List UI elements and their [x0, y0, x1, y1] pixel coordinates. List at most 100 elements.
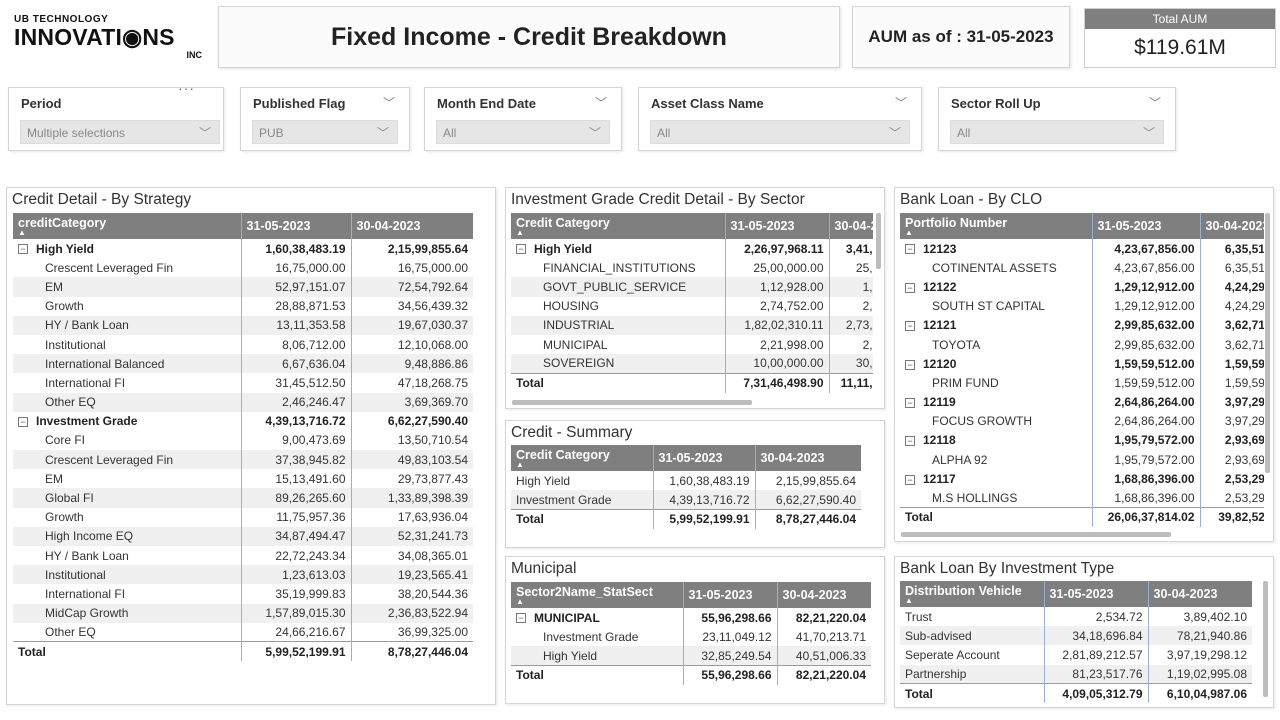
table-row[interactable]: Institutional 8,06,712.00 12,10,068.00 — [13, 334, 473, 355]
table-row[interactable]: High Income EQ 34,87,494.47 52,31,241.73 — [13, 526, 473, 546]
collapse-icon[interactable]: − — [905, 321, 915, 332]
collapse-icon[interactable]: − — [18, 244, 28, 255]
sector-roll-up-dropdown[interactable]: All ﹀ — [950, 120, 1164, 144]
group-row[interactable]: − High Yield 1,60,38,483.19 2,15,99,855.64 — [13, 239, 473, 259]
table-row[interactable]: Trust 2,534.72 3,89,402.10 — [900, 607, 1252, 627]
sort-ascending-icon[interactable]: ▲ — [18, 229, 236, 237]
group-row[interactable]: −High Yield2,26,97,968.113,41,05,000.00 — [511, 239, 873, 259]
collapse-icon[interactable]: − — [905, 474, 915, 485]
table-row[interactable]: High Yield 1,60,38,483.19 2,15,99,855.64 — [511, 471, 861, 491]
clo-matrix[interactable]: Portfolio Number ▲ 31-05-2023 30-04-2023−12… — [900, 213, 1264, 527]
table-row[interactable]: Core FI 9,00,473.69 13,50,710.54 — [13, 430, 473, 451]
group-row[interactable]: −121171,68,86,396.002,53,29,594.00 — [900, 469, 1264, 489]
table-row[interactable]: Growth 28,88,871.53 34,56,439.32 — [13, 296, 473, 316]
group-row[interactable]: −121201,59,59,512.001,59,59,512.00 — [900, 354, 1264, 374]
table-row[interactable]: EM 15,13,491.60 29,73,877.43 — [13, 469, 473, 489]
table-row[interactable]: TOYOTA 2,99,85,632.00 3,62,71,448.00 — [900, 334, 1264, 355]
published-flag-dropdown[interactable]: PUB ﹀ — [252, 120, 398, 144]
sector-matrix[interactable]: Credit Category▲ 31-05-2023 30-04-2023 −Hig… — [511, 213, 873, 393]
total-row[interactable]: Total 4,09,05,312.79 6,10,04,987.06 — [900, 683, 1252, 703]
table-row[interactable]: SOVEREIGN 10,00,000.0030,00,000.00 — [511, 354, 873, 374]
group-row[interactable]: −121181,95,79,572.002,93,69,358.00 — [900, 430, 1264, 451]
collapse-icon[interactable]: − — [905, 397, 915, 408]
chevron-down-icon[interactable]: ﹀ — [1149, 94, 1161, 111]
table-row[interactable]: HY / Bank Loan 13,11,353.58 19,67,030.37 — [13, 315, 473, 335]
column-header[interactable]: 31-05-2023 — [1044, 581, 1149, 607]
vertical-scrollbar[interactable] — [1265, 213, 1270, 473]
table-row[interactable]: ALPHA 92 1,95,79,572.00 2,93,69,358.00 — [900, 450, 1264, 470]
table-row[interactable]: Seperate Account 2,81,89,212.57 3,97,19,29… — [900, 645, 1252, 665]
column-header[interactable]: 31-05-2023 — [241, 213, 352, 239]
table-row[interactable]: MUNICIPAL 2,21,998.00 2,21,998.00 — [511, 334, 873, 355]
municipal-matrix[interactable]: Sector2Name_StatSect ▲ 31-05-2023 30-04-202… — [511, 582, 871, 685]
collapse-icon[interactable]: − — [18, 417, 28, 428]
collapse-icon[interactable]: − — [516, 613, 526, 624]
column-header[interactable]: 30-04-2023 — [755, 445, 861, 471]
horizontal-scrollbar[interactable] — [901, 532, 1171, 537]
table-row[interactable]: Investment Grade 4,39,13,716.72 6,62,27,59… — [511, 490, 861, 510]
chevron-down-icon[interactable]: ﹀ — [383, 94, 395, 111]
total-row[interactable]: Total 55,96,298.66 82,21,220.04 — [511, 665, 871, 685]
group-row[interactable]: −121234,23,67,856.006,35,51,784.00 — [900, 239, 1264, 259]
total-row[interactable]: Total 5,99,52,199.91 8,78,27,446.04 — [13, 641, 473, 662]
group-row[interactable]: − MUNICIPAL 55,96,298.66 82,21,220.04 — [511, 608, 871, 628]
column-header[interactable]: 31-05-2023 — [683, 582, 778, 608]
collapse-icon[interactable]: − — [905, 244, 915, 255]
table-row[interactable]: Crescent Leveraged Fin 16,75,000.00 16,75,… — [13, 258, 473, 278]
table-row[interactable]: International FI 31,45,512.50 47,18,268.75 — [13, 373, 473, 393]
column-header[interactable]: creditCategory ▲ — [13, 213, 242, 239]
group-row[interactable]: − Investment Grade 4,39,13,716.72 6,62,27,5… — [13, 411, 473, 431]
asset-class-dropdown[interactable]: All ﹀ — [650, 120, 910, 144]
table-row[interactable]: M.S HOLLINGS 1,68,86,396.00 2,53,29,594.00 — [900, 488, 1264, 508]
table-row[interactable]: Other EQ 2,46,246.47 3,69,369.70 — [13, 392, 473, 412]
vertical-scrollbar[interactable] — [1263, 581, 1268, 697]
table-row[interactable]: Global FI 89,26,265.60 1,33,89,398.39 — [13, 488, 473, 508]
investment-type-table[interactable]: Distribution Vehicle ▲ 31-05-2023 30-04-202… — [900, 581, 1252, 703]
table-row[interactable]: International Balanced 6,67,636.04 9,48,88… — [13, 354, 473, 374]
collapse-icon[interactable]: − — [905, 436, 915, 447]
column-header[interactable]: Distribution Vehicle ▲ — [900, 581, 1045, 607]
sort-ascending-icon[interactable]: ▲ — [516, 598, 678, 606]
table-row[interactable]: GOVT_PUBLIC_SERVICE 1,12,928.001,12,928.0… — [511, 277, 873, 297]
column-header[interactable]: Portfolio Number ▲ — [900, 213, 1093, 239]
table-row[interactable]: SOUTH ST CAPITAL 1,29,12,912.00 4,24,29,36… — [900, 296, 1264, 316]
group-row[interactable]: −121212,99,85,632.003,62,71,448.00 — [900, 315, 1264, 335]
chevron-down-icon[interactable]: ﹀ — [895, 94, 907, 111]
table-row[interactable]: FOCUS GROWTH 2,64,86,264.00 3,97,29,396.00 — [900, 411, 1264, 431]
table-row[interactable]: Institutional 1,23,613.03 19,23,565.41 — [13, 565, 473, 585]
collapse-icon[interactable]: − — [905, 282, 915, 293]
table-row[interactable]: International FI 35,19,999.83 38,20,544.36 — [13, 584, 473, 604]
column-header[interactable]: Credit Category ▲ — [511, 445, 654, 471]
vertical-scrollbar[interactable] — [876, 213, 881, 269]
column-header[interactable]: Sector2Name_StatSect ▲ — [511, 582, 684, 608]
total-row[interactable]: Total 26,06,37,814.0239,82,52,000.00 — [900, 507, 1264, 527]
column-header[interactable]: 30-04-2023 — [777, 582, 871, 608]
table-row[interactable]: HOUSING 2,74,752.00 2,74,752.00 — [511, 296, 873, 316]
sort-ascending-icon[interactable]: ▲ — [905, 229, 1087, 237]
horizontal-scrollbar[interactable] — [512, 400, 752, 405]
more-options-icon[interactable]: ··· — [178, 80, 195, 96]
sort-ascending-icon[interactable]: ▲ — [905, 597, 1039, 605]
sort-ascending-icon[interactable]: ▲ — [516, 229, 720, 237]
group-row[interactable]: −121192,64,86,264.003,97,29,396.00 — [900, 392, 1264, 412]
column-header[interactable]: 30-04-2023 — [1148, 581, 1252, 607]
table-row[interactable]: Crescent Leveraged Fin 37,38,945.82 49,83,… — [13, 450, 473, 470]
summary-table[interactable]: Credit Category ▲ 31-05-2023 30-04-2023 High… — [511, 445, 861, 529]
table-row[interactable]: Partnership 81,23,517.76 1,19,02,995.08 — [900, 664, 1252, 684]
column-header[interactable]: 30-04-2023 — [829, 213, 873, 239]
period-dropdown[interactable]: Multiple selections ﹀ — [20, 120, 220, 144]
column-header[interactable]: Credit Category ▲ — [511, 213, 726, 239]
table-row[interactable]: INDUSTRIAL 1,82,02,310.112,73,00,000.00 — [511, 315, 873, 335]
column-header[interactable]: 31-05-2023 — [1092, 213, 1201, 239]
chevron-down-icon[interactable]: ﹀ — [595, 94, 607, 111]
month-end-date-dropdown[interactable]: All ﹀ — [436, 120, 610, 144]
collapse-icon[interactable]: − — [905, 359, 915, 370]
table-row[interactable]: Growth 11,75,957.36 17,63,936.04 — [13, 507, 473, 527]
column-header[interactable]: 31-05-2023 — [653, 445, 756, 471]
total-row[interactable]: Total 5,99,52,199.91 8,78,27,446.04 — [511, 508, 861, 529]
table-row[interactable]: Other EQ 24,66,216.67 36,99,325.00 — [13, 622, 473, 642]
collapse-icon[interactable]: − — [516, 244, 526, 255]
table-row[interactable]: COTINENTAL ASSETS 4,23,67,856.00 6,35,51,7… — [900, 258, 1264, 278]
column-header[interactable]: 30-04-2023 — [1200, 213, 1264, 239]
table-row[interactable]: Investment Grade 23,11,049.12 41,70,213.71 — [511, 627, 871, 647]
